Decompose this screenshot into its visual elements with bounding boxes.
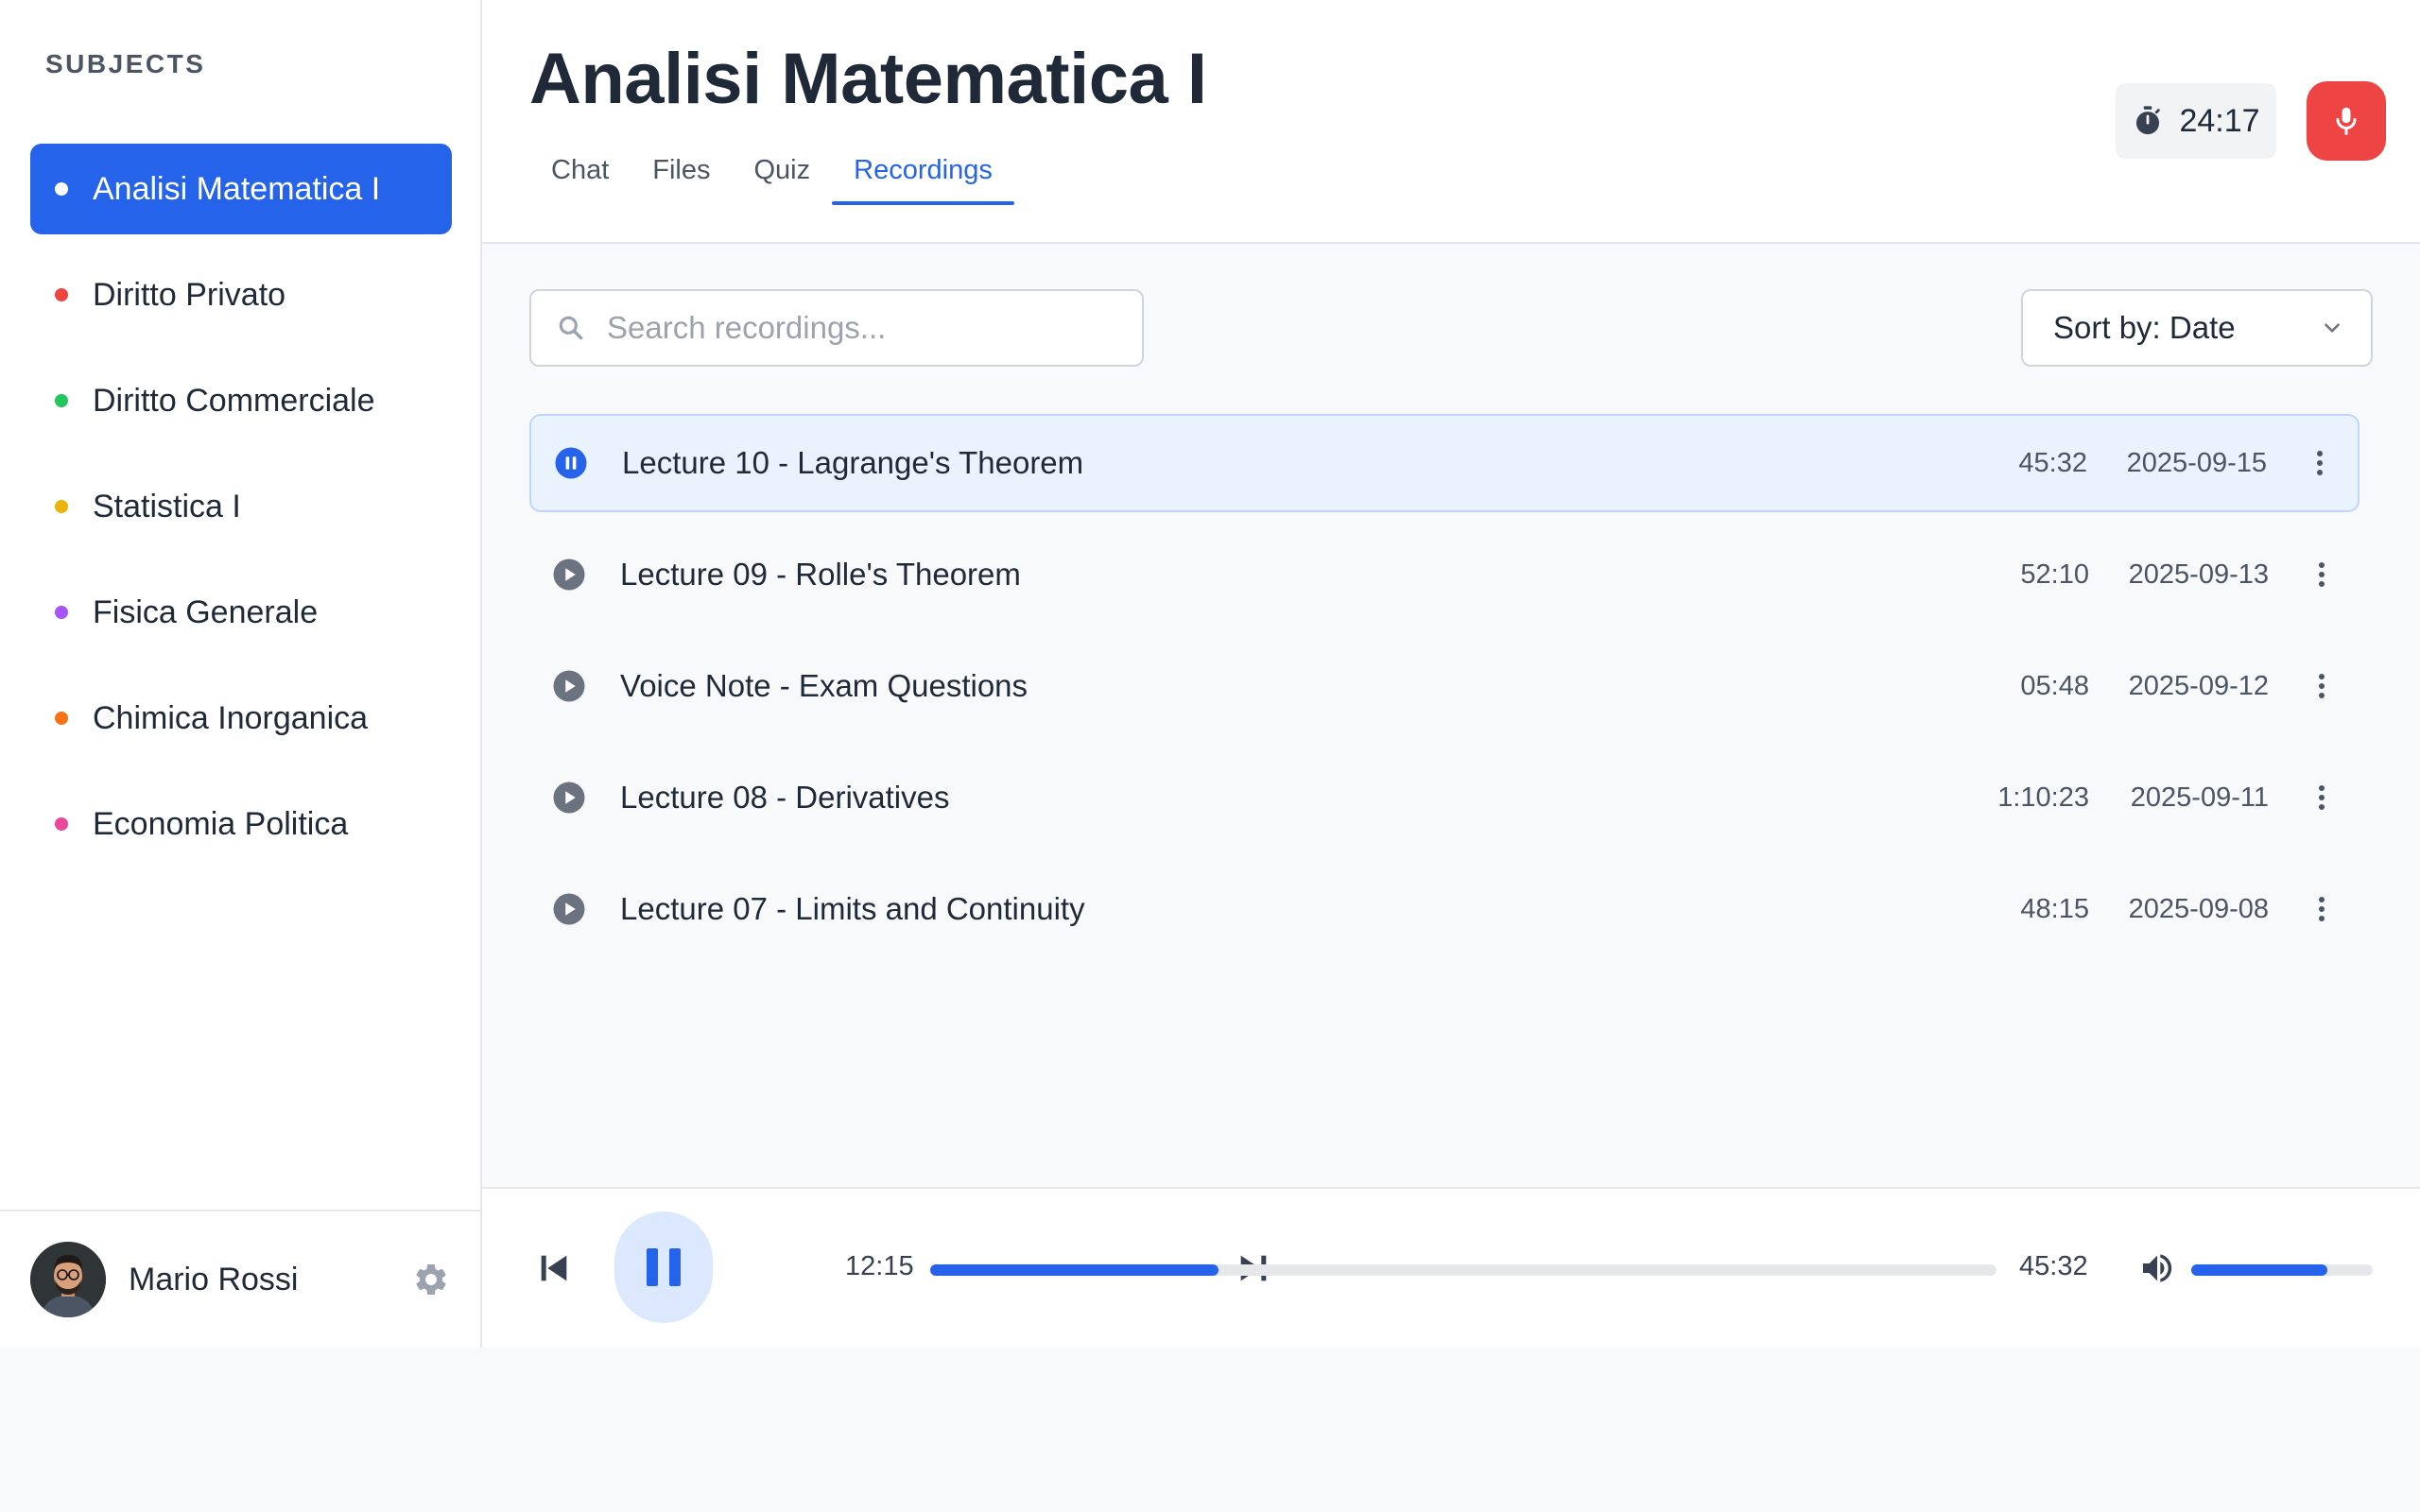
subject-list: Analisi Matematica I Diritto Privato Dir… — [30, 144, 452, 885]
play-circle-icon[interactable] — [552, 669, 586, 703]
recording-duration: 1:10:23 — [1997, 782, 2089, 813]
more-options-icon[interactable] — [2314, 449, 2325, 477]
avatar[interactable] — [30, 1242, 106, 1317]
recording-date: 2025-09-15 — [2126, 447, 2267, 478]
subject-label: Statistica I — [93, 488, 241, 524]
sidebar-title: SUBJECTS — [45, 49, 206, 78]
subject-item-fisica-generale[interactable]: Fisica Generale — [30, 567, 452, 658]
session-timer: 24:17 — [2116, 83, 2276, 159]
subject-color-dot — [55, 712, 68, 725]
play-circle-icon[interactable] — [552, 558, 586, 592]
subject-label: Diritto Commerciale — [93, 382, 375, 419]
volume-slider[interactable] — [2191, 1264, 2373, 1276]
more-options-icon[interactable] — [2316, 895, 2327, 923]
subject-item-economia-politica[interactable]: Economia Politica — [30, 779, 452, 869]
subject-label: Fisica Generale — [93, 593, 319, 630]
subject-item-chimica-inorganica[interactable]: Chimica Inorganica — [30, 673, 452, 764]
recording-duration: 52:10 — [2020, 558, 2089, 590]
recording-list: Lecture 10 - Lagrange's Theorem 45:32 20… — [529, 414, 2360, 971]
current-time: 12:15 — [845, 1251, 914, 1281]
subject-label: Analisi Matematica I — [93, 170, 381, 207]
main-panel: Analisi Matematica I Chat Files Quiz Rec… — [482, 0, 2420, 1348]
recording-date: 2025-09-13 — [2128, 558, 2269, 590]
more-options-icon[interactable] — [2316, 560, 2327, 589]
recording-title: Lecture 09 - Rolle's Theorem — [620, 557, 1021, 592]
recording-date: 2025-09-12 — [2128, 670, 2269, 701]
recording-title: Voice Note - Exam Questions — [620, 668, 1028, 703]
recording-duration: 45:32 — [2018, 447, 2087, 478]
search-box — [529, 289, 1144, 367]
recording-row[interactable]: Lecture 09 - Rolle's Theorem 52:10 2025-… — [529, 525, 2360, 624]
volume-icon[interactable] — [2138, 1249, 2176, 1287]
timer-value: 24:17 — [2179, 102, 2260, 139]
recording-date: 2025-09-11 — [2130, 782, 2269, 813]
user-name: Mario Rossi — [129, 1261, 299, 1297]
total-time: 45:32 — [2019, 1251, 2088, 1281]
tab-bar: Chat Files Quiz Recordings — [529, 151, 1014, 205]
pause-icon — [647, 1248, 681, 1286]
record-button[interactable] — [2307, 81, 2386, 161]
subject-label: Economia Politica — [93, 805, 349, 842]
subject-label: Diritto Privato — [93, 276, 286, 313]
recording-row[interactable]: Voice Note - Exam Questions 05:48 2025-0… — [529, 637, 2360, 735]
sort-dropdown[interactable]: Sort by: Date — [2021, 289, 2373, 367]
more-options-icon[interactable] — [2316, 783, 2327, 812]
tab-chat[interactable]: Chat — [529, 151, 631, 205]
tab-quiz[interactable]: Quiz — [733, 151, 833, 205]
more-options-icon[interactable] — [2316, 672, 2327, 700]
subject-item-statistica[interactable]: Statistica I — [30, 461, 452, 552]
sort-label: Sort by: Date — [2053, 310, 2236, 345]
pause-circle-icon[interactable] — [554, 446, 588, 480]
tab-files[interactable]: Files — [631, 151, 732, 205]
recording-title: Lecture 08 - Derivatives — [620, 780, 950, 815]
subject-label: Chimica Inorganica — [93, 699, 369, 736]
stopwatch-icon — [2136, 106, 2161, 135]
header: Analisi Matematica I Chat Files Quiz Rec… — [482, 0, 2420, 244]
chevron-down-icon — [2325, 323, 2340, 333]
subject-color-dot — [55, 500, 68, 513]
skip-previous-icon[interactable] — [535, 1249, 573, 1287]
progress-fill — [930, 1264, 1219, 1276]
recording-duration: 48:15 — [2020, 893, 2089, 924]
gear-icon[interactable] — [412, 1261, 450, 1298]
play-circle-icon[interactable] — [552, 781, 586, 815]
search-input[interactable] — [605, 309, 1119, 347]
recording-row[interactable]: Lecture 10 - Lagrange's Theorem 45:32 20… — [529, 414, 2360, 512]
recording-title: Lecture 07 - Limits and Continuity — [620, 891, 1085, 926]
subject-item-diritto-privato[interactable]: Diritto Privato — [30, 249, 452, 340]
subject-color-dot — [55, 182, 68, 196]
play-pause-button[interactable] — [614, 1211, 713, 1323]
play-circle-icon[interactable] — [552, 892, 586, 926]
audio-player: 12:15 45:32 — [482, 1187, 2420, 1348]
progress-bar[interactable] — [930, 1264, 1996, 1276]
tab-recordings[interactable]: Recordings — [832, 151, 1014, 205]
subject-color-dot — [55, 394, 68, 407]
subject-item-diritto-commerciale[interactable]: Diritto Commerciale — [30, 355, 452, 446]
recording-duration: 05:48 — [2020, 670, 2089, 701]
subject-color-dot — [55, 288, 68, 301]
subject-item-analisi-matematica[interactable]: Analisi Matematica I — [30, 144, 452, 234]
recording-title: Lecture 10 - Lagrange's Theorem — [622, 445, 1084, 480]
subject-color-dot — [55, 817, 68, 831]
app-window: SUBJECTS Analisi Matematica I Diritto Pr… — [0, 0, 2420, 1348]
recording-row[interactable]: Lecture 08 - Derivatives 1:10:23 2025-09… — [529, 748, 2360, 847]
subject-color-dot — [55, 606, 68, 619]
volume-fill — [2191, 1264, 2327, 1276]
recording-date: 2025-09-08 — [2128, 893, 2269, 924]
avatar-image — [30, 1242, 106, 1317]
page-title: Analisi Matematica I — [529, 39, 1207, 119]
user-bar: Mario Rossi — [0, 1210, 480, 1348]
sidebar: SUBJECTS Analisi Matematica I Diritto Pr… — [0, 0, 482, 1348]
recording-row[interactable]: Lecture 07 - Limits and Continuity 48:15… — [529, 860, 2360, 958]
microphone-icon — [2336, 107, 2357, 135]
search-icon — [559, 316, 583, 340]
